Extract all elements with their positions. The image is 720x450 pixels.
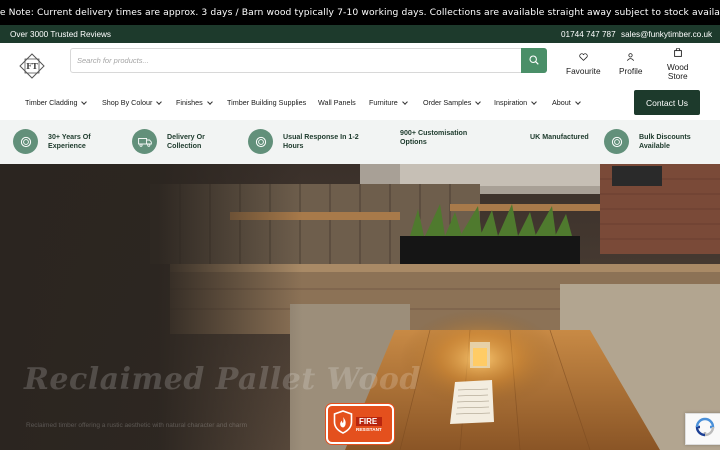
nav-item-wall-panels[interactable]: Wall Panels [318,98,356,107]
delivery-notice-text: Please Note: Current delivery times are … [0,7,720,18]
usp-uk-manufactured: UK Manufactured [520,133,589,142]
badge-icon [13,129,38,154]
favourite-label: Favourite [566,66,601,76]
nav-item-inspiration[interactable]: Inspiration [494,98,538,107]
nav-item-timber-cladding[interactable]: Timber Cladding [25,98,88,107]
nav-label: Shop By Colour [102,98,153,107]
recaptcha-icon [695,417,715,442]
truck-icon [132,129,157,154]
profile-label: Profile [619,66,643,76]
shopping-bag-icon [673,47,682,63]
usp-experience: 30+ Years Of Experience [13,129,91,154]
search-button[interactable] [521,48,547,73]
chevron-down-icon [206,98,213,105]
chevron-down-icon [475,98,482,105]
nav-item-finishes[interactable]: Finishes [176,98,213,107]
favourite-link[interactable]: Favourite [566,53,601,76]
email-link[interactable]: sales@funkytimber.co.uk [621,30,712,39]
usp-strip: 30+ Years Of Experience Delivery Or Collec… [0,120,720,164]
usp-delivery: Delivery Or Collection [132,129,205,154]
badge-icon [248,129,273,154]
nav-label: Timber Cladding [25,98,78,107]
nav-label: Wall Panels [318,98,356,107]
nav-item-timber-building-supplies[interactable]: Timber Building Supplies [227,98,306,107]
nav-label: Finishes [176,98,203,107]
nav-label: Furniture [369,98,398,107]
nav-item-about[interactable]: About [552,98,581,107]
site-header: FT Favourite Profile Wood Store [0,43,720,87]
usp-line2: Experience [48,141,86,150]
usp-line1: Usual Response In 1-2 [283,133,359,141]
usp-response: Usual Response In 1-2 Hours [248,129,359,154]
usp-line1: 900+ Customisation [400,129,468,137]
hero-subtitle: Reclaimed timber offering a rustic aesth… [26,422,247,429]
usp-line1: Delivery Or [167,133,205,141]
delivery-notice-bar: Please Note: Current delivery times are … [0,0,720,25]
chevron-down-icon [156,98,163,105]
search-bar [70,48,547,73]
contact-us-button[interactable]: Contact Us [634,90,700,115]
hero-title: Reclaimed Pallet Wood [24,362,421,397]
resistant-label: RESISTANT [356,426,382,432]
usp-line1: 30+ Years Of [48,133,91,141]
trusted-reviews-link[interactable]: Over 3000 Trusted Reviews [10,30,111,39]
hero-banner: Reclaimed Pallet Wood Reclaimed timber o… [0,164,720,450]
chevron-down-icon [401,98,408,105]
usp-line2: Hours [283,141,304,150]
wood-store-label-line2: Store [667,71,688,81]
fire-shield-icon [333,409,353,439]
main-navigation: Timber Cladding Shop By Colour Finishes … [0,87,720,120]
phone-link[interactable]: 01744 747 787 [561,30,616,39]
user-icon [626,53,635,66]
heart-icon [579,53,588,66]
nav-label: Inspiration [494,98,528,107]
fire-label: FIRE [356,416,382,426]
fire-resistant-badge: FIRE RESISTANT [326,404,394,444]
search-icon [529,52,539,70]
nav-label: Order Samples [423,98,472,107]
usp-line2: Available [639,141,670,150]
chevron-down-icon [81,98,88,105]
usp-line2: Collection [167,141,202,150]
usp-bulk-discounts: Bulk Discounts Available [604,129,691,154]
badge-icon [604,129,629,154]
wood-store-link[interactable]: Wood Store [667,47,689,82]
usp-line1: Bulk Discounts [639,133,691,141]
search-input[interactable] [77,49,517,72]
nav-label: About [552,98,571,107]
nav-label: Timber Building Supplies [227,98,307,107]
profile-link[interactable]: Profile [619,53,643,76]
usp-customisation: 900+ Customisation Options [390,129,467,146]
nav-item-furniture[interactable]: Furniture [369,98,408,107]
chevron-down-icon [531,98,538,105]
funky-timber-logo[interactable]: FT [19,53,45,79]
nav-item-order-samples[interactable]: Order Samples [423,98,482,107]
usp-line2: Options [400,137,427,146]
recaptcha-badge[interactable] [685,413,720,445]
top-info-bar: Over 3000 Trusted Reviews 01744 747 787 … [0,25,720,43]
nav-item-shop-by-colour[interactable]: Shop By Colour [102,98,163,107]
usp-line1: UK Manufactured [530,133,589,141]
chevron-down-icon [574,98,581,105]
svg-text:FT: FT [26,61,38,71]
